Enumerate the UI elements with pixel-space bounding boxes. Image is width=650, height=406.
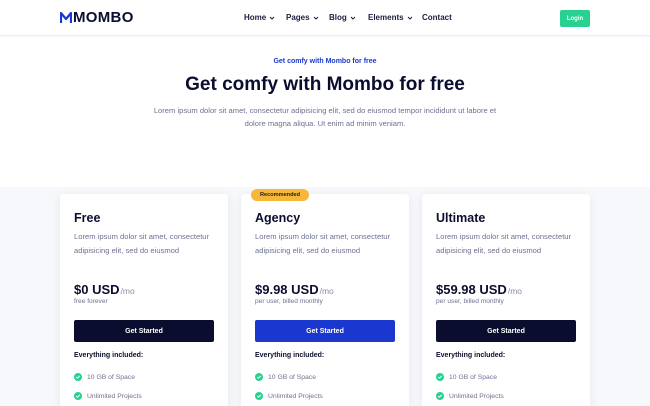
plan-price: $59.98 USD: [436, 282, 507, 297]
recommended-badge: Recommended: [251, 189, 309, 201]
plan-price: $9.98 USD: [255, 282, 319, 297]
feature-label: 10 GB of Space: [449, 373, 497, 381]
chevron-down-icon: [269, 16, 275, 20]
check-circle-icon: [436, 373, 444, 381]
nav-item-contact[interactable]: Contact: [422, 13, 452, 23]
pricing-card-free: Free Lorem ipsum dolor sit amet, consect…: [60, 194, 228, 406]
feature-label: Unlimited Projects: [268, 392, 323, 400]
hero-eyebrow: Get comfy with Mombo for free: [273, 58, 377, 65]
site-header: MOMBO Home Pages Blog Elements Contact L…: [0, 0, 650, 36]
plan-name: Ultimate: [436, 211, 486, 225]
login-button[interactable]: Login: [560, 10, 590, 27]
plan-description: Lorem ipsum dolor sit amet, consectetur …: [255, 232, 391, 255]
price-note: per user, billed monthly: [436, 298, 504, 305]
pricing-card-agency: Agency Lorem ipsum dolor sit amet, conse…: [241, 194, 409, 406]
plan-description: Lorem ipsum dolor sit amet, consectetur …: [74, 232, 210, 255]
included-heading: Everything included:: [74, 352, 144, 359]
chevron-down-icon: [407, 16, 412, 20]
check-circle-icon: [436, 392, 444, 400]
main-nav: Home Pages Blog Elements Contact: [0, 13, 650, 25]
hero-description: Lorem ipsum dolor sit amet, consectetur …: [153, 106, 497, 128]
nav-item-label: Blog: [329, 13, 347, 22]
price-note: per user, billed monthly: [255, 298, 323, 305]
nav-item-label: Elements: [368, 13, 404, 22]
check-circle-icon: [255, 392, 263, 400]
nav-item-pages[interactable]: Pages: [286, 13, 319, 23]
plan-description: Lorem ipsum dolor sit amet, consectetur …: [436, 232, 572, 255]
included-heading: Everything included:: [255, 352, 325, 359]
hero-title: Get comfy with Mombo for free: [185, 74, 465, 95]
feature-label: 10 GB of Space: [87, 373, 135, 381]
plan-name: Agency: [255, 211, 301, 225]
pricing-card-ultimate: Ultimate Lorem ipsum dolor sit amet, con…: [422, 194, 590, 406]
chevron-down-icon: [313, 16, 318, 20]
feature-item: 10 GB of Space: [74, 373, 135, 381]
nav-item-elements[interactable]: Elements: [368, 13, 413, 23]
feature-item: Unlimited Projects: [255, 392, 323, 400]
feature-label: Unlimited Projects: [449, 392, 504, 400]
feature-label: Unlimited Projects: [87, 392, 142, 400]
nav-item-label: Pages: [286, 13, 310, 22]
plan-period: /mo: [319, 286, 334, 296]
get-started-button[interactable]: Get Started: [255, 320, 395, 342]
feature-item: 10 GB of Space: [255, 373, 316, 381]
plan-period: /mo: [120, 286, 135, 296]
plan-price: $0 USD: [74, 282, 120, 297]
check-circle-icon: [74, 392, 82, 400]
plan-name: Free: [74, 211, 101, 225]
check-circle-icon: [74, 373, 82, 381]
get-started-button[interactable]: Get Started: [74, 320, 214, 342]
chevron-down-icon: [350, 16, 356, 20]
feature-item: Unlimited Projects: [436, 392, 504, 400]
check-circle-icon: [255, 373, 263, 381]
plan-period: /mo: [507, 286, 522, 296]
nav-item-label: Home: [244, 13, 267, 22]
price-row: $9.98 USD /mo: [255, 282, 334, 297]
price-row: $59.98 USD /mo: [436, 282, 522, 297]
nav-item-blog[interactable]: Blog: [329, 13, 356, 23]
feature-item: Unlimited Projects: [74, 392, 142, 400]
nav-item-label: Contact: [422, 13, 452, 22]
get-started-button[interactable]: Get Started: [436, 320, 576, 342]
feature-label: 10 GB of Space: [268, 373, 316, 381]
nav-item-home[interactable]: Home: [244, 13, 275, 23]
included-heading: Everything included:: [436, 352, 506, 359]
feature-item: 10 GB of Space: [436, 373, 497, 381]
price-note: free forever: [74, 298, 108, 305]
price-row: $0 USD /mo: [74, 282, 135, 297]
